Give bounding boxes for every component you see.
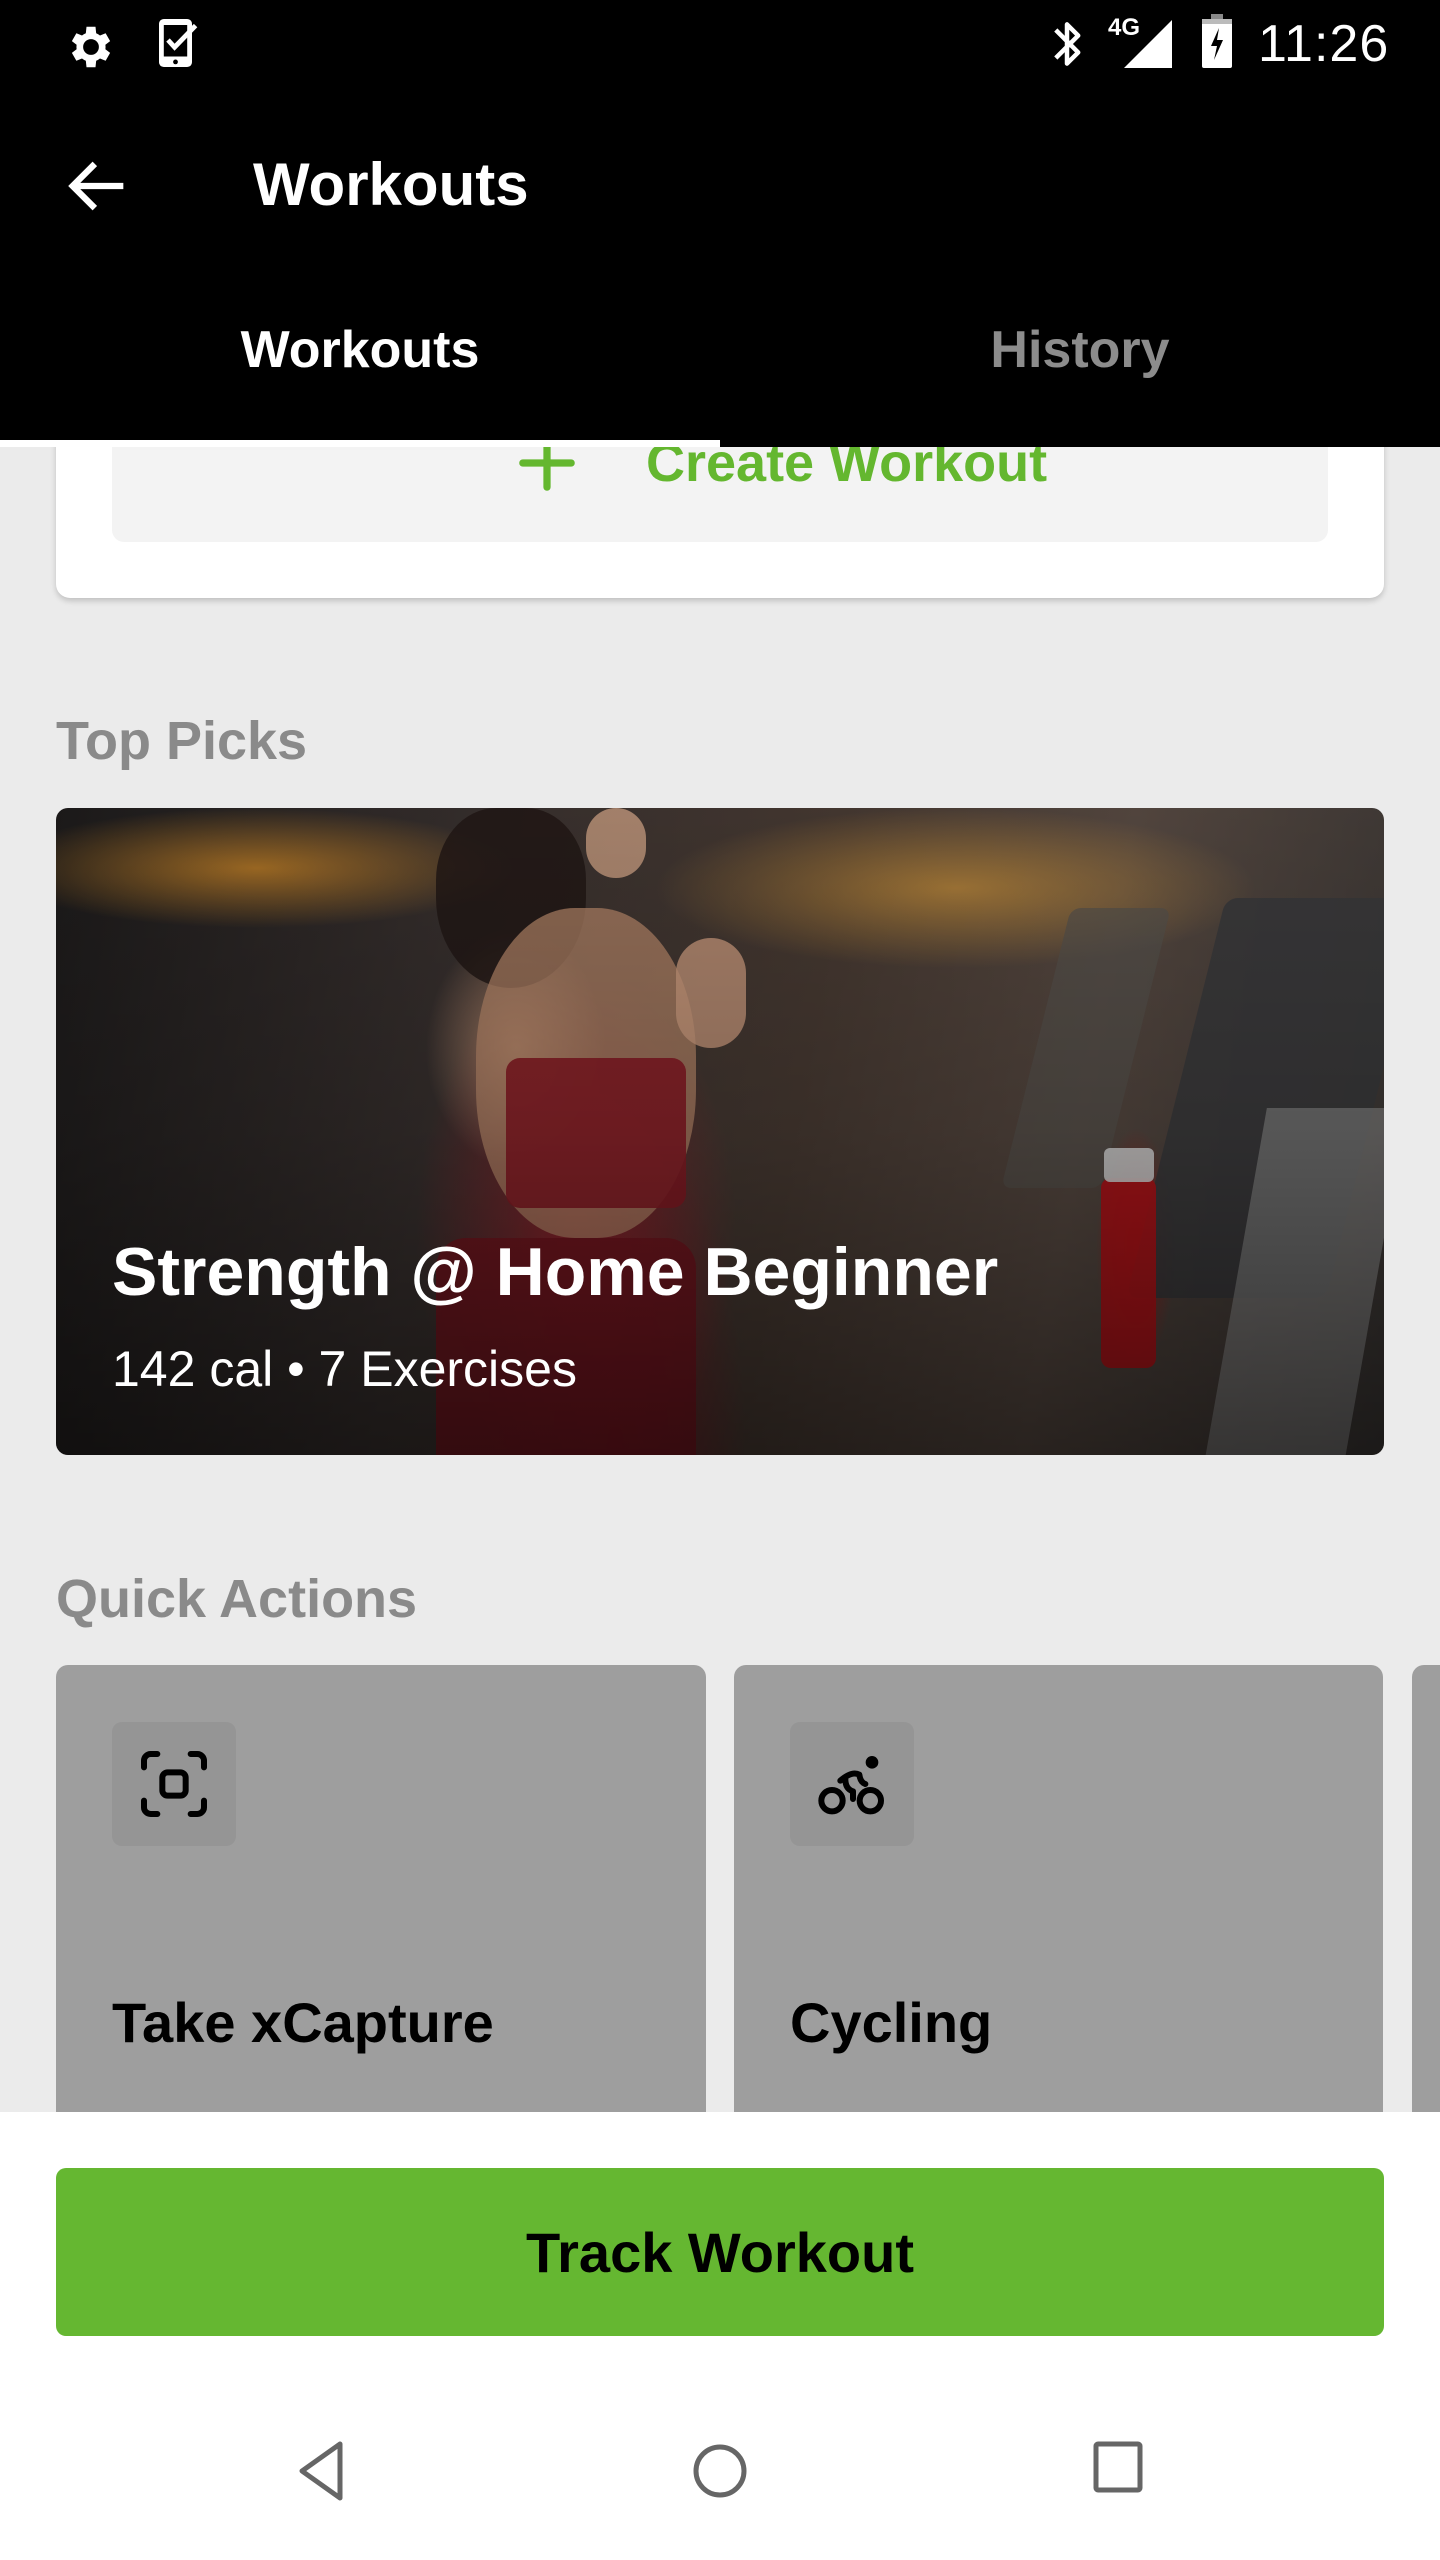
- track-workout-label: Track Workout: [526, 2220, 914, 2284]
- bluetooth-icon: [1054, 22, 1081, 66]
- featured-workout-title: Strength @ Home Beginner: [112, 1234, 999, 1310]
- app-bar: Workouts Workouts History: [0, 90, 1440, 447]
- track-workout-button[interactable]: Track Workout: [56, 2168, 1384, 2336]
- settings-gear-icon: [71, 26, 111, 68]
- tab-history-label: History: [990, 321, 1170, 379]
- home-nav-icon[interactable]: [692, 2440, 748, 2502]
- back-nav-icon[interactable]: [296, 2440, 346, 2502]
- cycling-icon: [818, 1756, 885, 1815]
- tab-history[interactable]: History: [720, 280, 1440, 447]
- page-title: Workouts: [253, 151, 529, 218]
- battery-charging-icon: [1202, 14, 1232, 68]
- tab-workouts-label: Workouts: [240, 321, 480, 379]
- featured-workout-card[interactable]: Strength @ Home Beginner 142 cal • 7 Exe…: [56, 808, 1384, 1455]
- quick-action-take-xcapture[interactable]: Take xCapture: [56, 1665, 706, 2125]
- quick-action-cycling[interactable]: Cycling: [734, 1665, 1383, 2125]
- signal-strength-icon: [1124, 20, 1172, 68]
- bottom-panel: Track Workout: [0, 2112, 1440, 2560]
- status-time: 11:26: [1258, 15, 1390, 73]
- capture-frame-icon: [141, 1751, 207, 1817]
- quick-action-label: Take xCapture: [112, 1991, 494, 2054]
- top-picks-heading: Top Picks: [56, 711, 308, 771]
- featured-workout-meta: 142 cal • 7 Exercises: [112, 1341, 577, 1397]
- back-button[interactable]: [60, 148, 136, 224]
- status-bar: 4G 11:26: [0, 0, 1440, 90]
- arrow-left-icon: [68, 161, 124, 211]
- phone-check-icon: [159, 19, 198, 67]
- quick-action-next-card[interactable]: [1412, 1665, 1440, 2125]
- quick-actions-heading: Quick Actions: [56, 1569, 418, 1629]
- tab-indicator: [0, 440, 720, 447]
- system-nav-bar: [0, 2402, 1440, 2560]
- quick-action-icon-box: [112, 1722, 236, 1846]
- quick-action-label: Cycling: [790, 1991, 993, 2054]
- recents-nav-icon[interactable]: [1092, 2440, 1144, 2498]
- quick-action-icon-box: [790, 1722, 914, 1846]
- tab-workouts[interactable]: Workouts: [0, 280, 720, 447]
